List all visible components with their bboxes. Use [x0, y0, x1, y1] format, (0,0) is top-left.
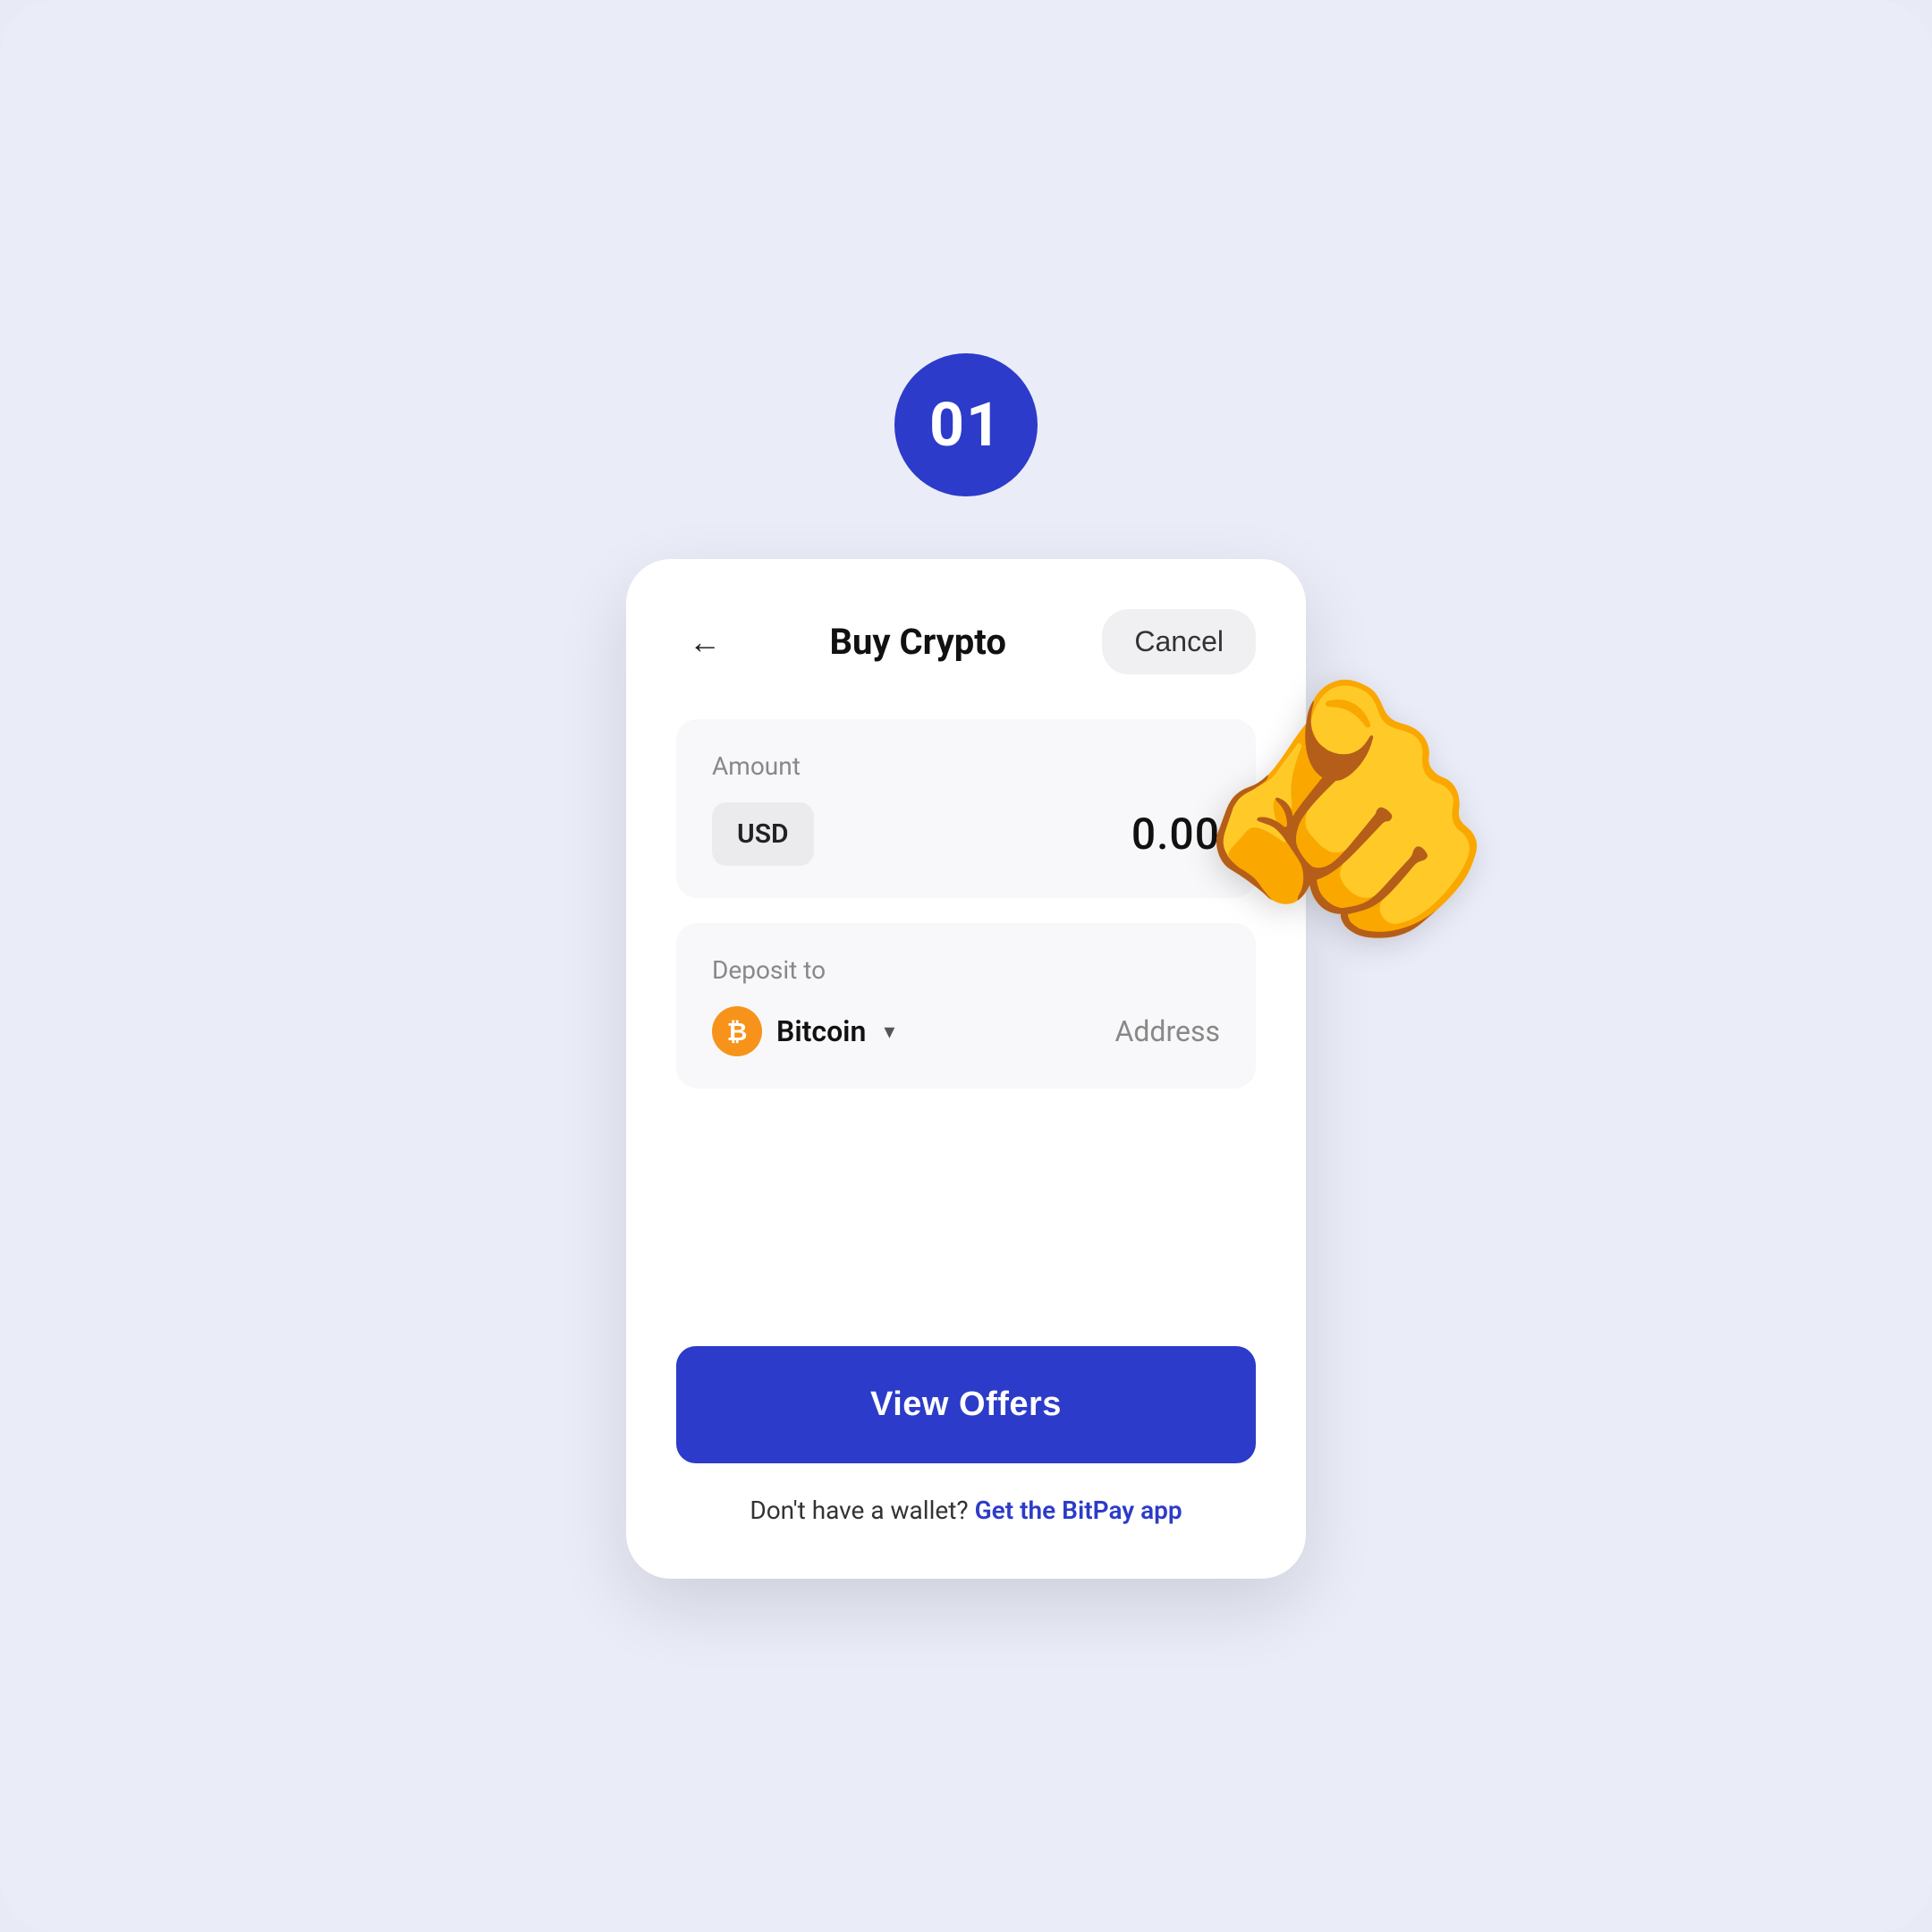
amount-section: Amount USD 0.00 [676, 719, 1256, 898]
footer-text: Don't have a wallet? Get the BitPay app [676, 1496, 1256, 1525]
content-spacer [676, 1114, 1256, 1346]
back-button[interactable]: ← [676, 614, 733, 671]
phone-container: ← Buy Crypto Cancel Amount USD 0.00 Depo… [626, 559, 1306, 1579]
deposit-section: Deposit to ₿ Bitcoin ▾ Address [676, 923, 1256, 1089]
page-background: 01 ← Buy Crypto Cancel Amount USD 0.00 [0, 0, 1932, 1932]
hand-illustration: 🫵 [1191, 684, 1503, 935]
view-offers-button[interactable]: View Offers [676, 1346, 1256, 1463]
step-badge: 01 [894, 353, 1038, 496]
bitcoin-icon: ₿ [712, 1006, 762, 1056]
no-wallet-text: Don't have a wallet? [750, 1496, 968, 1525]
back-arrow-icon: ← [689, 626, 721, 658]
deposit-label: Deposit to [712, 955, 1220, 985]
bitcoin-selector[interactable]: ₿ Bitcoin ▾ [712, 1006, 894, 1056]
amount-row: USD 0.00 [712, 802, 1220, 866]
chevron-down-icon: ▾ [884, 1019, 894, 1044]
address-label[interactable]: Address [1114, 1014, 1220, 1048]
step-number: 01 [929, 389, 1003, 461]
currency-badge[interactable]: USD [712, 802, 814, 866]
amount-label: Amount [712, 751, 1220, 781]
page-title: Buy Crypto [829, 621, 1005, 663]
bitcoin-label: Bitcoin [776, 1014, 866, 1048]
bitpay-app-link[interactable]: Get the BitPay app [975, 1496, 1182, 1525]
deposit-row: ₿ Bitcoin ▾ Address [712, 1006, 1220, 1056]
phone-header: ← Buy Crypto Cancel [676, 609, 1256, 674]
